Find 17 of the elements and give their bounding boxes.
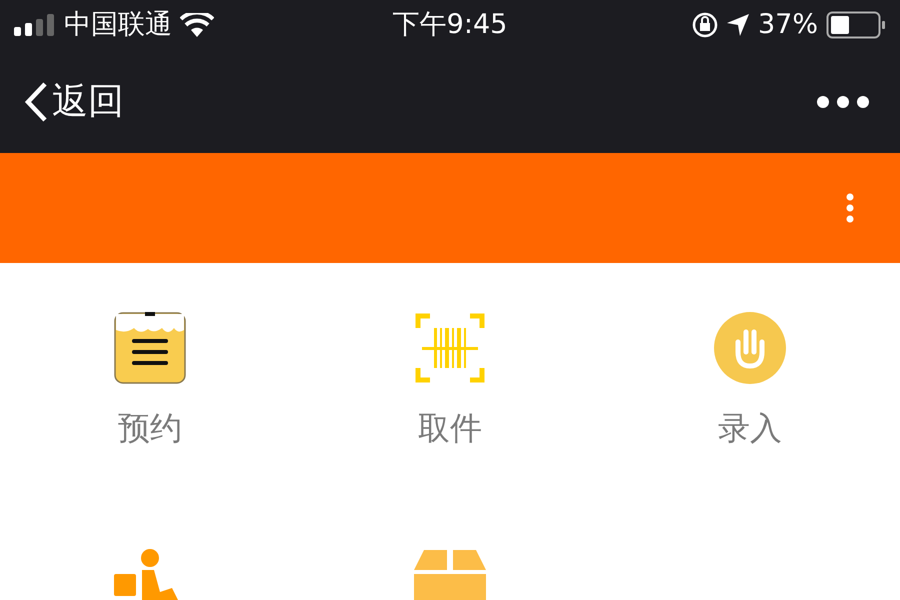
battery-icon — [826, 11, 886, 39]
signal-icon — [14, 14, 56, 36]
menu-item-label[interactable]: 录入 — [718, 412, 782, 444]
rotation-lock-icon — [692, 12, 718, 38]
location-icon — [726, 13, 750, 37]
kebab-menu-icon[interactable] — [846, 193, 854, 223]
back-chevron-icon[interactable] — [24, 80, 48, 122]
battery-percent: 37% — [758, 8, 818, 42]
back-button[interactable]: 返回 — [24, 74, 124, 128]
clock-time: 下午9:45 — [392, 8, 508, 42]
more-icon[interactable] — [816, 94, 870, 108]
menu-item-label[interactable]: 取件 — [418, 412, 482, 444]
box-icon[interactable] — [414, 548, 486, 600]
wifi-icon — [180, 13, 214, 37]
hand-icon[interactable] — [714, 312, 786, 384]
menu-item-label[interactable]: 预约 — [118, 412, 182, 444]
carrier-name: 中国联通 — [64, 8, 172, 42]
